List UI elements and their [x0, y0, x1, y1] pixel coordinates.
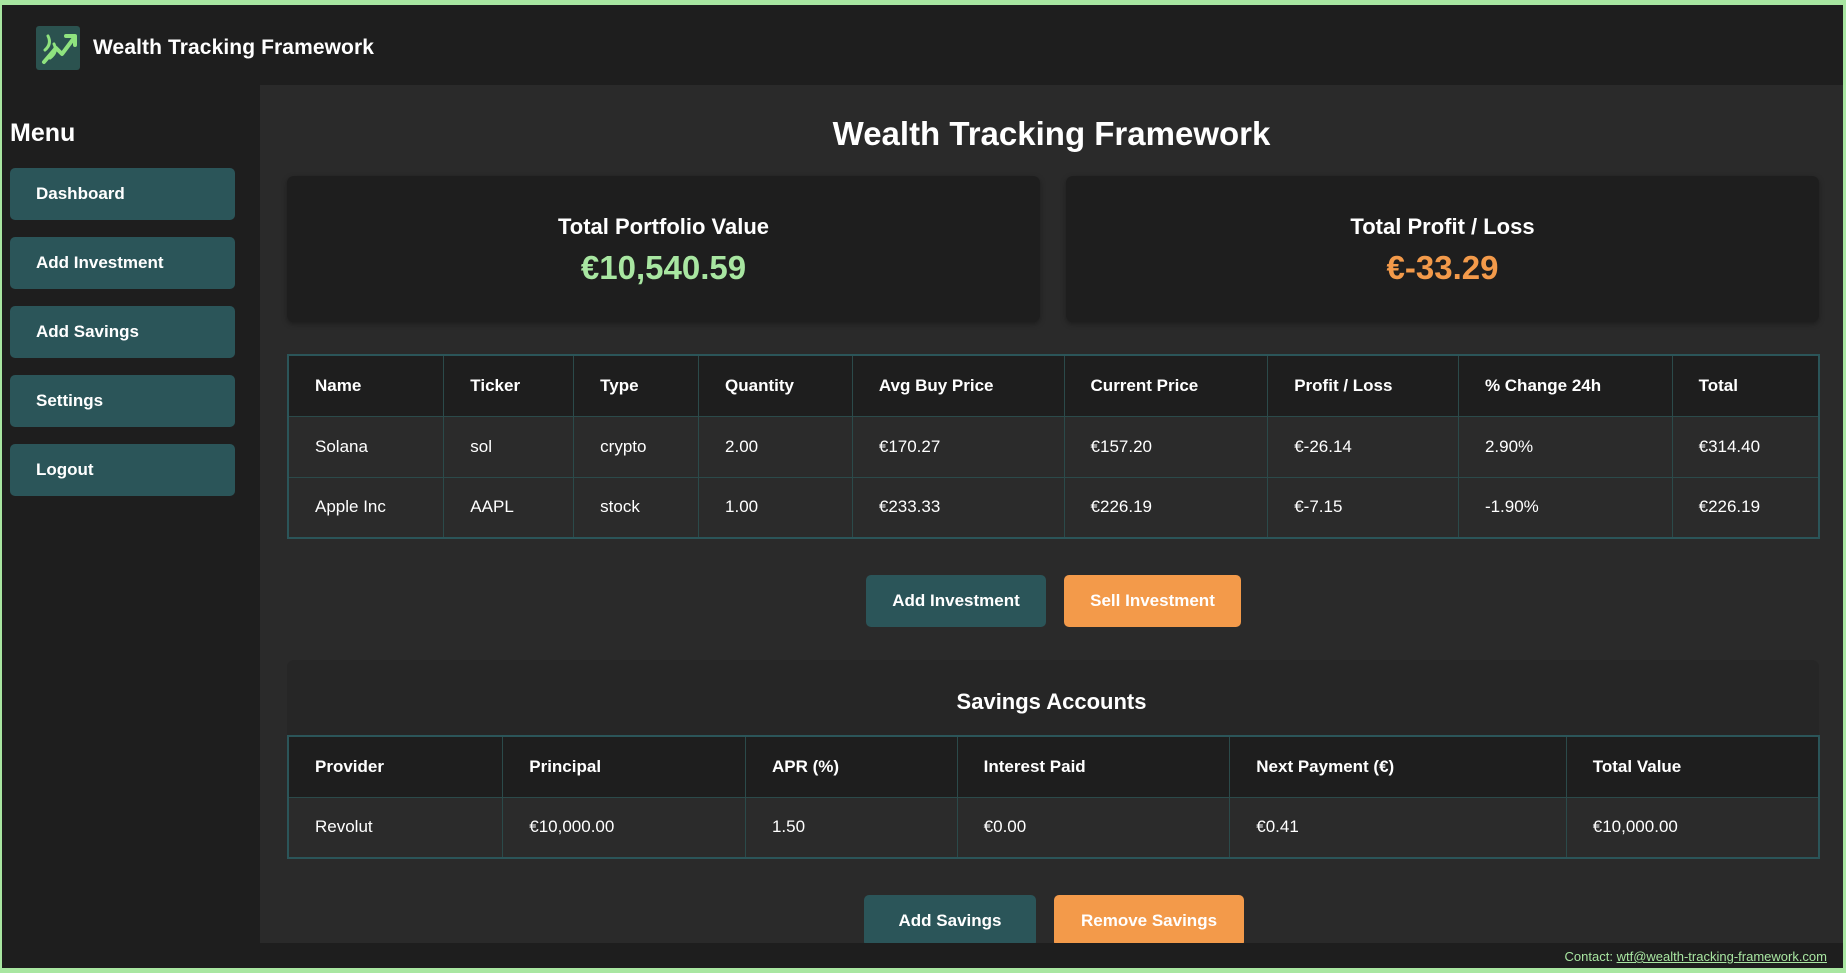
column-header[interactable]: Total Value	[1566, 736, 1820, 798]
table-cell: €226.19	[1672, 477, 1820, 539]
table-cell: 1.00	[698, 477, 853, 539]
portfolio-value: €10,540.59	[580, 249, 747, 286]
menu-title: Menu	[10, 119, 76, 147]
table-cell: €10,000.00	[502, 797, 746, 859]
table-cell: €233.33	[852, 477, 1065, 539]
table-cell: AAPL	[443, 477, 575, 539]
portfolio-value-card: Total Portfolio Value €10,540.59	[287, 176, 1040, 322]
remove-savings-button[interactable]: Remove Savings	[1054, 895, 1244, 947]
table-cell: -1.90%	[1458, 477, 1673, 539]
table-cell: €226.19	[1064, 477, 1269, 539]
investments-header-row: Name Ticker Type Quantity Avg Buy Price …	[288, 355, 1820, 417]
table-cell: €-7.15	[1267, 477, 1459, 539]
sell-investment-button[interactable]: Sell Investment	[1064, 575, 1241, 627]
table-cell: Apple Inc	[288, 477, 445, 539]
table-cell: €10,000.00	[1566, 797, 1820, 859]
savings-table: Provider Principal APR (%) Interest Paid…	[287, 735, 1820, 859]
table-row[interactable]: Apple Inc AAPL stock 1.00 €233.33 €226.1…	[288, 477, 1820, 539]
column-header[interactable]: Total	[1672, 355, 1820, 417]
table-row[interactable]: Revolut €10,000.00 1.50 €0.00 €0.41 €10,…	[288, 797, 1820, 859]
footer-contact-label: Contact:	[1564, 949, 1617, 964]
growth-arrow-icon[interactable]	[36, 26, 80, 70]
table-cell: crypto	[573, 416, 700, 478]
column-header[interactable]: Principal	[502, 736, 746, 798]
table-row[interactable]: Solana sol crypto 2.00 €170.27 €157.20 €…	[288, 416, 1820, 478]
table-cell: stock	[573, 477, 700, 539]
app-title: Wealth Tracking Framework	[93, 36, 375, 59]
table-cell: €170.27	[852, 416, 1065, 478]
footer: Contact: wtf@wealth-tracking-framework.c…	[2, 943, 1843, 968]
profit-loss-label: Total Profit / Loss	[1350, 214, 1535, 239]
table-cell: sol	[443, 416, 575, 478]
column-header[interactable]: Avg Buy Price	[852, 355, 1065, 417]
column-header[interactable]: % Change 24h	[1458, 355, 1673, 417]
table-cell: Revolut	[288, 797, 504, 859]
savings-title: Savings Accounts	[956, 689, 1147, 714]
table-cell: €157.20	[1064, 416, 1269, 478]
savings-header-row: Provider Principal APR (%) Interest Paid…	[288, 736, 1820, 798]
sidebar-item-settings[interactable]: Settings	[10, 375, 235, 427]
portfolio-value-label: Total Portfolio Value	[557, 214, 770, 239]
profit-loss-card: Total Profit / Loss €-33.29	[1066, 176, 1819, 322]
column-header[interactable]: Profit / Loss	[1267, 355, 1459, 417]
sidebar-item-logout[interactable]: Logout	[10, 444, 235, 496]
column-header[interactable]: Current Price	[1064, 355, 1269, 417]
profit-loss-value: €-33.29	[1386, 249, 1499, 286]
table-cell: €314.40	[1672, 416, 1820, 478]
investments-table: Name Ticker Type Quantity Avg Buy Price …	[287, 354, 1820, 539]
table-cell: €0.41	[1229, 797, 1567, 859]
main-content: Wealth Tracking Framework Total Portfoli…	[260, 85, 1843, 947]
column-header[interactable]: Interest Paid	[957, 736, 1231, 798]
column-header[interactable]: Ticker	[443, 355, 575, 417]
add-savings-button[interactable]: Add Savings	[864, 895, 1036, 947]
table-cell: 2.00	[698, 416, 853, 478]
table-cell: 2.90%	[1458, 416, 1673, 478]
sidebar-item-dashboard[interactable]: Dashboard	[10, 168, 235, 220]
column-header[interactable]: APR (%)	[745, 736, 958, 798]
column-header[interactable]: Provider	[288, 736, 504, 798]
column-header[interactable]: Next Payment (€)	[1229, 736, 1567, 798]
top-bar: Wealth Tracking Framework	[2, 5, 1843, 85]
table-cell: €-26.14	[1267, 416, 1459, 478]
app-window: Wealth Tracking Framework Menu Dashboard…	[2, 5, 1843, 968]
column-header[interactable]: Type	[573, 355, 700, 417]
contact-email-link[interactable]: wtf@wealth-tracking-framework.com	[1617, 949, 1827, 964]
sidebar: Menu Dashboard Add Investment Add Saving…	[2, 85, 260, 945]
table-cell: Solana	[288, 416, 445, 478]
sidebar-item-add-investment[interactable]: Add Investment	[10, 237, 235, 289]
page-title: Wealth Tracking Framework	[832, 115, 1271, 152]
column-header[interactable]: Name	[288, 355, 445, 417]
column-header[interactable]: Quantity	[698, 355, 853, 417]
table-cell: 1.50	[745, 797, 958, 859]
table-cell: €0.00	[957, 797, 1231, 859]
add-investment-button[interactable]: Add Investment	[866, 575, 1046, 627]
sidebar-item-add-savings[interactable]: Add Savings	[10, 306, 235, 358]
